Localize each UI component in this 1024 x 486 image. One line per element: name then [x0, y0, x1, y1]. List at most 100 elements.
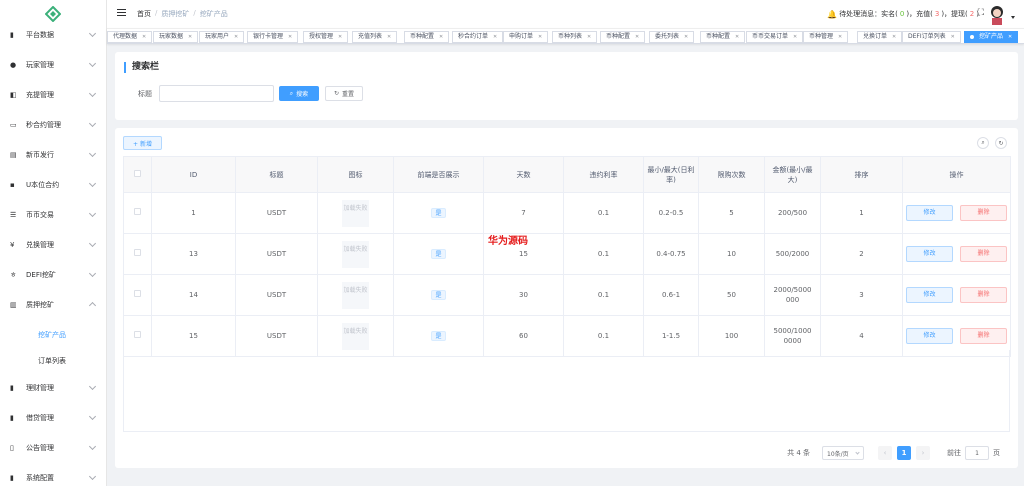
show-badge: 是 [431, 249, 446, 259]
breadcrumb-home[interactable]: 首页 [137, 9, 151, 19]
sidebar-item-9[interactable]: ▥ 质押挖矿 [0, 294, 106, 316]
close-icon[interactable]: ✕ [951, 32, 955, 42]
cell-actions: 修改 删除 [902, 233, 1011, 275]
row-checkbox[interactable] [134, 249, 141, 256]
show-badge: 是 [431, 290, 446, 300]
fullscreen-icon[interactable]: ⛶ [978, 8, 984, 18]
sidebar-item-8[interactable]: ㅎ DEFI挖矿 [0, 264, 106, 286]
sidebar-item-12[interactable]: ▯ 公告管理 [0, 437, 106, 459]
show-badge: 是 [431, 208, 446, 218]
goto-page-input[interactable] [965, 446, 989, 460]
tag-view-item[interactable]: 兑换订单 ✕ [857, 31, 903, 43]
menu-item-label: 质押挖矿 [26, 301, 54, 309]
avatar[interactable] [987, 3, 1007, 25]
sidebar-item-13[interactable]: ▮ 系统配置 [0, 467, 106, 486]
sidebar-item-10[interactable]: ▮ 理财管理 [0, 377, 106, 399]
close-icon[interactable]: ✕ [838, 32, 842, 42]
reset-button[interactable]: ↻ 重置 [325, 86, 363, 101]
select-all-checkbox[interactable] [134, 169, 141, 177]
sidebar-subitem-mining-products[interactable]: 挖矿产品 [0, 325, 106, 345]
sidebar-item-1[interactable]: ● 玩家管理 [0, 54, 106, 76]
row-checkbox[interactable] [134, 208, 141, 215]
close-icon[interactable]: ✕ [735, 32, 739, 42]
edit-button[interactable]: 修改 [906, 246, 953, 262]
tag-view-item[interactable]: 币币交易订单 ✕ [746, 31, 804, 43]
sidebar-item-4[interactable]: ▤ 新币发行 [0, 144, 106, 166]
tag-view-item[interactable]: 秒合约订单 ✕ [452, 31, 504, 43]
bell-icon: 🔔 [827, 9, 838, 19]
row-checkbox-cell[interactable] [123, 192, 152, 234]
chevron-down-icon [88, 442, 97, 451]
sidebar-subitem-order-list[interactable]: 订单列表 [0, 351, 106, 371]
tag-view-item[interactable]: 充值列表 ✕ [352, 31, 398, 43]
chevron-down-icon [88, 59, 97, 68]
menu-item-icon: ● [10, 61, 17, 69]
column-header-title: 标题 [235, 156, 318, 193]
row-checkbox-cell[interactable] [123, 274, 152, 316]
add-button[interactable]: + 新增 [123, 136, 162, 150]
title-search-input[interactable] [159, 85, 274, 102]
tag-view-item[interactable]: 币种配置 ✕ [404, 31, 450, 43]
prev-page-button[interactable]: ‹ [878, 446, 892, 460]
tag-view-item[interactable]: 币种管理 ✕ [803, 31, 849, 43]
edit-button[interactable]: 修改 [906, 205, 953, 221]
close-icon[interactable]: ✕ [493, 32, 497, 42]
close-icon[interactable]: ✕ [635, 32, 639, 42]
tag-view-item[interactable]: 玩家用户 ✕ [199, 31, 245, 43]
header-checkbox-cell[interactable] [123, 156, 152, 193]
close-icon[interactable]: ✕ [387, 32, 391, 42]
tag-view-item[interactable]: 委托列表 ✕ [649, 31, 695, 43]
close-icon[interactable]: ✕ [538, 32, 542, 42]
close-icon[interactable]: ✕ [1008, 32, 1012, 42]
tag-view-item[interactable]: 代理数据 ✕ [107, 31, 153, 43]
sidebar-item-5[interactable]: ▪ U本位合约 [0, 174, 106, 196]
close-icon[interactable]: ✕ [892, 32, 896, 42]
sidebar-item-0[interactable]: ▮ 平台数据 [0, 24, 106, 46]
close-icon[interactable]: ✕ [142, 32, 146, 42]
tag-view-item[interactable]: 币种列表 ✕ [552, 31, 598, 43]
close-icon[interactable]: ✕ [439, 32, 443, 42]
page-number-current[interactable]: 1 [897, 446, 911, 460]
row-checkbox[interactable] [134, 290, 141, 297]
delete-button[interactable]: 删除 [960, 287, 1007, 303]
edit-button[interactable]: 修改 [906, 287, 953, 303]
menu-fold-icon[interactable] [117, 9, 126, 17]
tag-view-item[interactable]: 玩家数据 ✕ [153, 31, 199, 43]
sidebar-item-6[interactable]: ☰ 币币交易 [0, 204, 106, 226]
tag-view-item[interactable]: 币种配置 ✕ [700, 31, 746, 43]
tag-view-item[interactable]: 挖矿产品 ✕ [964, 31, 1019, 43]
sidebar-item-2[interactable]: ◧ 充提管理 [0, 84, 106, 106]
next-page-button[interactable]: › [916, 446, 930, 460]
row-checkbox[interactable] [134, 331, 141, 338]
close-icon[interactable]: ✕ [587, 32, 591, 42]
tag-view-item[interactable]: 币种配置 ✕ [600, 31, 646, 43]
pending-messages[interactable]: 🔔 待处理消息：实名(0)，充值(3)，提现(2) [827, 9, 979, 19]
close-icon[interactable]: ✕ [338, 32, 342, 42]
refresh-button[interactable]: ↻ [995, 137, 1007, 149]
sidebar-item-7[interactable]: ¥ 兑换管理 [0, 234, 106, 256]
chevron-left-icon: ‹ [883, 449, 887, 457]
caret-down-icon[interactable] [1011, 16, 1015, 19]
close-icon[interactable]: ✕ [288, 32, 292, 42]
delete-button[interactable]: 删除 [960, 205, 1007, 221]
sidebar-item-11[interactable]: ▮ 借贷管理 [0, 407, 106, 429]
edit-button[interactable]: 修改 [906, 328, 953, 344]
delete-button[interactable]: 删除 [960, 246, 1007, 262]
search-button[interactable]: ⌕ 搜索 [279, 86, 319, 101]
tag-label: 银行卡管理 [253, 33, 284, 40]
tag-view-item[interactable]: 授权管理 ✕ [303, 31, 349, 43]
search-toggle-button[interactable]: ⌕ [977, 137, 989, 149]
close-icon[interactable]: ✕ [234, 32, 238, 42]
sidebar-item-3[interactable]: ▭ 秒合约管理 [0, 114, 106, 136]
close-icon[interactable]: ✕ [684, 32, 688, 42]
close-icon[interactable]: ✕ [188, 32, 192, 42]
tag-view-item[interactable]: DEFI订单列表 ✕ [902, 31, 961, 43]
chevron-down-icon [88, 119, 97, 128]
close-icon[interactable]: ✕ [793, 32, 797, 42]
tag-view-item[interactable]: 申购订单 ✕ [503, 31, 549, 43]
delete-button[interactable]: 删除 [960, 328, 1007, 344]
page-size-select[interactable]: 10条/页 [822, 446, 864, 460]
row-checkbox-cell[interactable] [123, 233, 152, 275]
reset-button-label: 重置 [342, 91, 355, 98]
tag-view-item[interactable]: 银行卡管理 ✕ [247, 31, 299, 43]
